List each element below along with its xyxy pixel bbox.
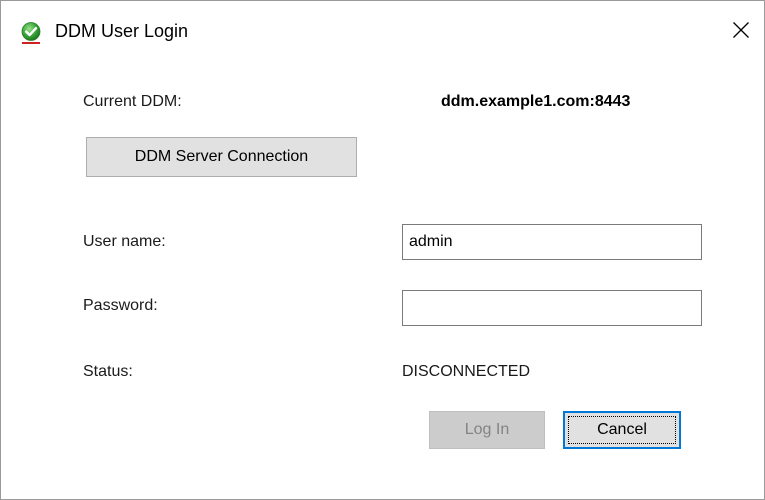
username-input[interactable] bbox=[402, 224, 702, 260]
close-button[interactable] bbox=[718, 9, 764, 55]
password-input[interactable] bbox=[402, 290, 702, 326]
current-ddm-label: Current DDM: bbox=[83, 93, 182, 110]
title-bar: DDM User Login bbox=[1, 1, 764, 63]
password-label: Password: bbox=[83, 297, 158, 314]
cancel-button[interactable]: Cancel bbox=[563, 411, 681, 449]
close-icon bbox=[732, 21, 750, 44]
cancel-button-label: Cancel bbox=[597, 421, 647, 438]
username-label: User name: bbox=[83, 233, 166, 250]
login-dialog: DDM User Login Current DDM: ddm.example1… bbox=[0, 0, 765, 500]
status-value: DISCONNECTED bbox=[402, 363, 531, 380]
ddm-server-connection-button[interactable]: DDM Server Connection bbox=[86, 137, 357, 177]
current-ddm-value: ddm.example1.com:8443 bbox=[441, 93, 631, 110]
status-label: Status: bbox=[83, 363, 133, 380]
green-checkmark-icon bbox=[19, 21, 43, 45]
window-title: DDM User Login bbox=[55, 21, 189, 41]
login-button[interactable]: Log In bbox=[429, 411, 545, 449]
